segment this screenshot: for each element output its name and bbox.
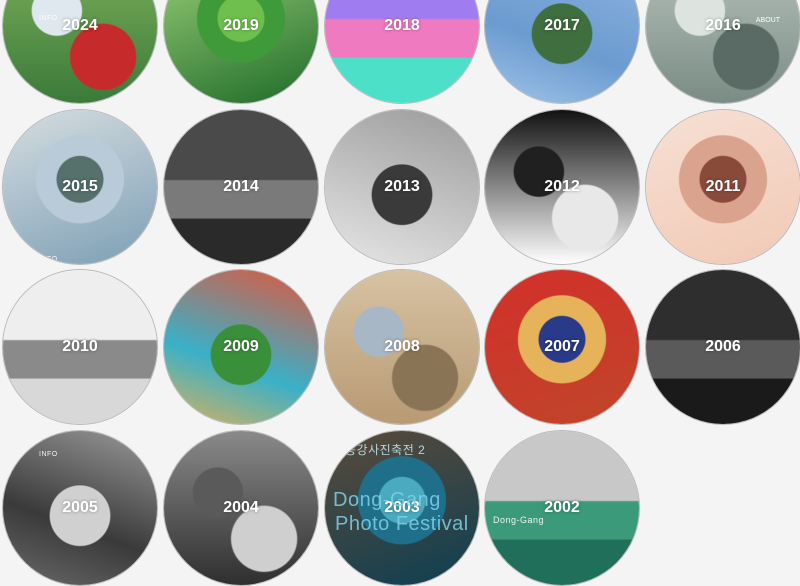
year-label: 2017 xyxy=(544,17,580,34)
info-label: INFO xyxy=(39,451,58,458)
year-label: 2011 xyxy=(705,178,741,195)
year-label: 2015 xyxy=(62,178,98,195)
year-label: 2010 xyxy=(62,338,98,355)
year-tile-2006[interactable]: 2006 xyxy=(645,269,800,425)
year-label: 2005 xyxy=(62,499,98,516)
year-label: 2012 xyxy=(544,178,580,195)
info-label: INFO xyxy=(39,256,58,263)
year-tile-2008[interactable]: 2008 xyxy=(324,269,480,425)
poster-text: 동강사진축전 2 xyxy=(345,443,426,457)
year-label: 2014 xyxy=(223,178,259,195)
year-tile-2013[interactable]: 2013 xyxy=(324,109,480,265)
year-tile-2014[interactable]: 2014 xyxy=(163,109,319,265)
year-tile-2018[interactable]: 2018 xyxy=(324,0,480,104)
photo-forest xyxy=(164,0,318,103)
year-tile-2005[interactable]: 2005 INFO xyxy=(2,430,158,586)
year-tile-2016[interactable]: 2016 xyxy=(645,0,800,104)
year-tile-2012[interactable]: 2012 xyxy=(484,109,640,265)
about-link[interactable]: ABOUT xyxy=(756,17,780,24)
year-label: 2013 xyxy=(384,178,420,195)
year-label: 2007 xyxy=(544,338,580,355)
year-label: 2006 xyxy=(705,338,741,355)
year-label: 2024 xyxy=(62,17,98,34)
year-tile-2003[interactable]: 2003 동강사진축전 2 Dong-Gang Photo Festival xyxy=(324,430,480,586)
year-tile-2009[interactable]: 2009 xyxy=(163,269,319,425)
year-tile-2017[interactable]: 2017 xyxy=(484,0,640,104)
year-tile-2002[interactable]: 2002 Dong-Gang xyxy=(484,430,640,586)
year-label: 2008 xyxy=(384,338,420,355)
year-label: 2019 xyxy=(223,17,259,34)
photo-sky-tree xyxy=(485,0,639,103)
photo-festival-2024 xyxy=(3,0,157,103)
poster-title: Dong-Gang xyxy=(333,489,441,511)
year-tile-2011[interactable]: 2011 xyxy=(645,109,800,265)
year-tile-2024[interactable]: 2024 INFO xyxy=(2,0,158,104)
year-tile-2010[interactable]: 2010 xyxy=(2,269,158,425)
photo-portrait-color xyxy=(325,0,479,103)
year-tile-2004[interactable]: 2004 xyxy=(163,430,319,586)
year-tile-2007[interactable]: 2007 xyxy=(484,269,640,425)
year-label: 2004 xyxy=(223,499,259,516)
year-label: 2009 xyxy=(223,338,259,355)
year-archive-grid: 2024 INFO 2019 2018 2017 2016 2015 INFO 2014 2013… xyxy=(0,0,800,586)
river-caption: Dong-Gang xyxy=(493,515,545,525)
year-tile-2019[interactable]: 2019 xyxy=(163,0,319,104)
year-label: 2018 xyxy=(384,17,420,34)
photo-water-rocks xyxy=(646,0,800,103)
info-label: INFO xyxy=(39,15,58,22)
year-tile-2015[interactable]: 2015 INFO xyxy=(2,109,158,265)
